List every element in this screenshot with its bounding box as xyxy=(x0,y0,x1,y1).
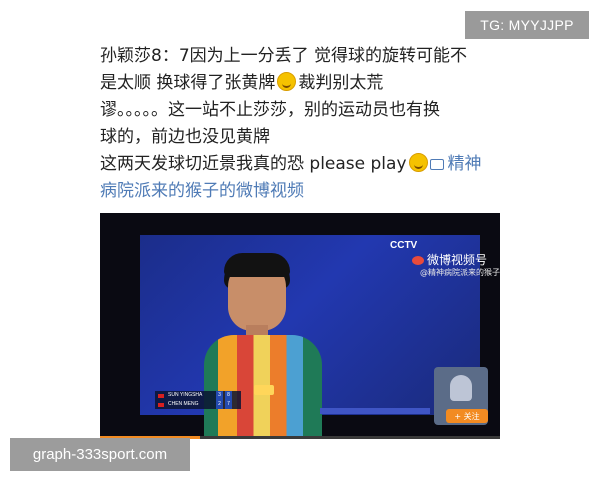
point-score: 8 xyxy=(225,391,232,400)
post-text-line: 这两天发球切近景我真的恐 please play 精神 xyxy=(100,151,500,178)
mini-figure xyxy=(450,375,472,401)
post-text-segment: 裁判别太荒 xyxy=(298,73,384,93)
post-text: 孙颖莎8：7因为上一分丢了 觉得球的旋转可能不 是太顺 换球得了张黄牌 裁判别太荒… xyxy=(100,43,500,205)
follow-button[interactable]: + 关注 xyxy=(446,409,488,423)
game-score: 3 xyxy=(216,391,223,400)
weibo-video-label: 微博视频号 xyxy=(412,251,487,268)
post-text-line: 球的，前边也没见黄牌 xyxy=(100,127,270,147)
game-score: 2 xyxy=(216,400,223,409)
post-text-segment: 是太顺 换球得了张黄牌 xyxy=(100,73,276,93)
cctv-logo: CCTV xyxy=(390,240,418,251)
weibo-video-text: 微博视频号 xyxy=(427,253,488,267)
video-link-text: 精神 xyxy=(447,154,482,174)
shirt-logo xyxy=(254,385,274,395)
scoreboard-row: SUN YINGSHA 3 8 xyxy=(155,391,241,400)
weibo-logo-icon xyxy=(412,256,424,265)
video-link-icon xyxy=(429,159,444,170)
post-text-line: 谬。。。。。这一站不止莎莎，别的运动员也有换 xyxy=(100,100,440,120)
watermark: graph-333sport.com xyxy=(10,438,190,471)
video-player[interactable]: CCTV 微博视频号 @精神病院派来的猴子 SUN YINGSHA 3 8 CH… xyxy=(100,213,500,439)
scoreboard-row: CHEN MENG 2 7 xyxy=(155,400,241,409)
post-text-line: 是太顺 换球得了张黄牌 裁判别太荒 xyxy=(100,70,500,97)
channel-name: @精神病院派来的猴子 xyxy=(420,268,500,277)
post-text-segment: 这两天发球切近景我真的恐 please play xyxy=(100,154,407,174)
post-text-line: 孙颖莎8：7因为上一分丢了 觉得球的旋转可能不 xyxy=(100,46,468,66)
player-name: SUN YINGSHA xyxy=(168,392,203,398)
table-edge xyxy=(320,408,430,414)
china-flag-icon xyxy=(158,402,164,407)
grinning-sweat-emoji-icon xyxy=(277,72,297,91)
player-name: CHEN MENG xyxy=(168,401,199,407)
tg-badge: TG: MYYJJPP xyxy=(465,11,589,39)
video-link[interactable]: 精神 xyxy=(429,154,482,174)
scoreboard: SUN YINGSHA 3 8 CHEN MENG 2 7 xyxy=(155,391,241,409)
point-score: 7 xyxy=(225,400,232,409)
upside-down-face-emoji-icon xyxy=(408,153,428,172)
video-link-continued[interactable]: 病院派来的猴子的微博视频 xyxy=(100,178,500,205)
china-flag-icon xyxy=(158,393,164,398)
player-hair-overlay xyxy=(224,253,290,277)
